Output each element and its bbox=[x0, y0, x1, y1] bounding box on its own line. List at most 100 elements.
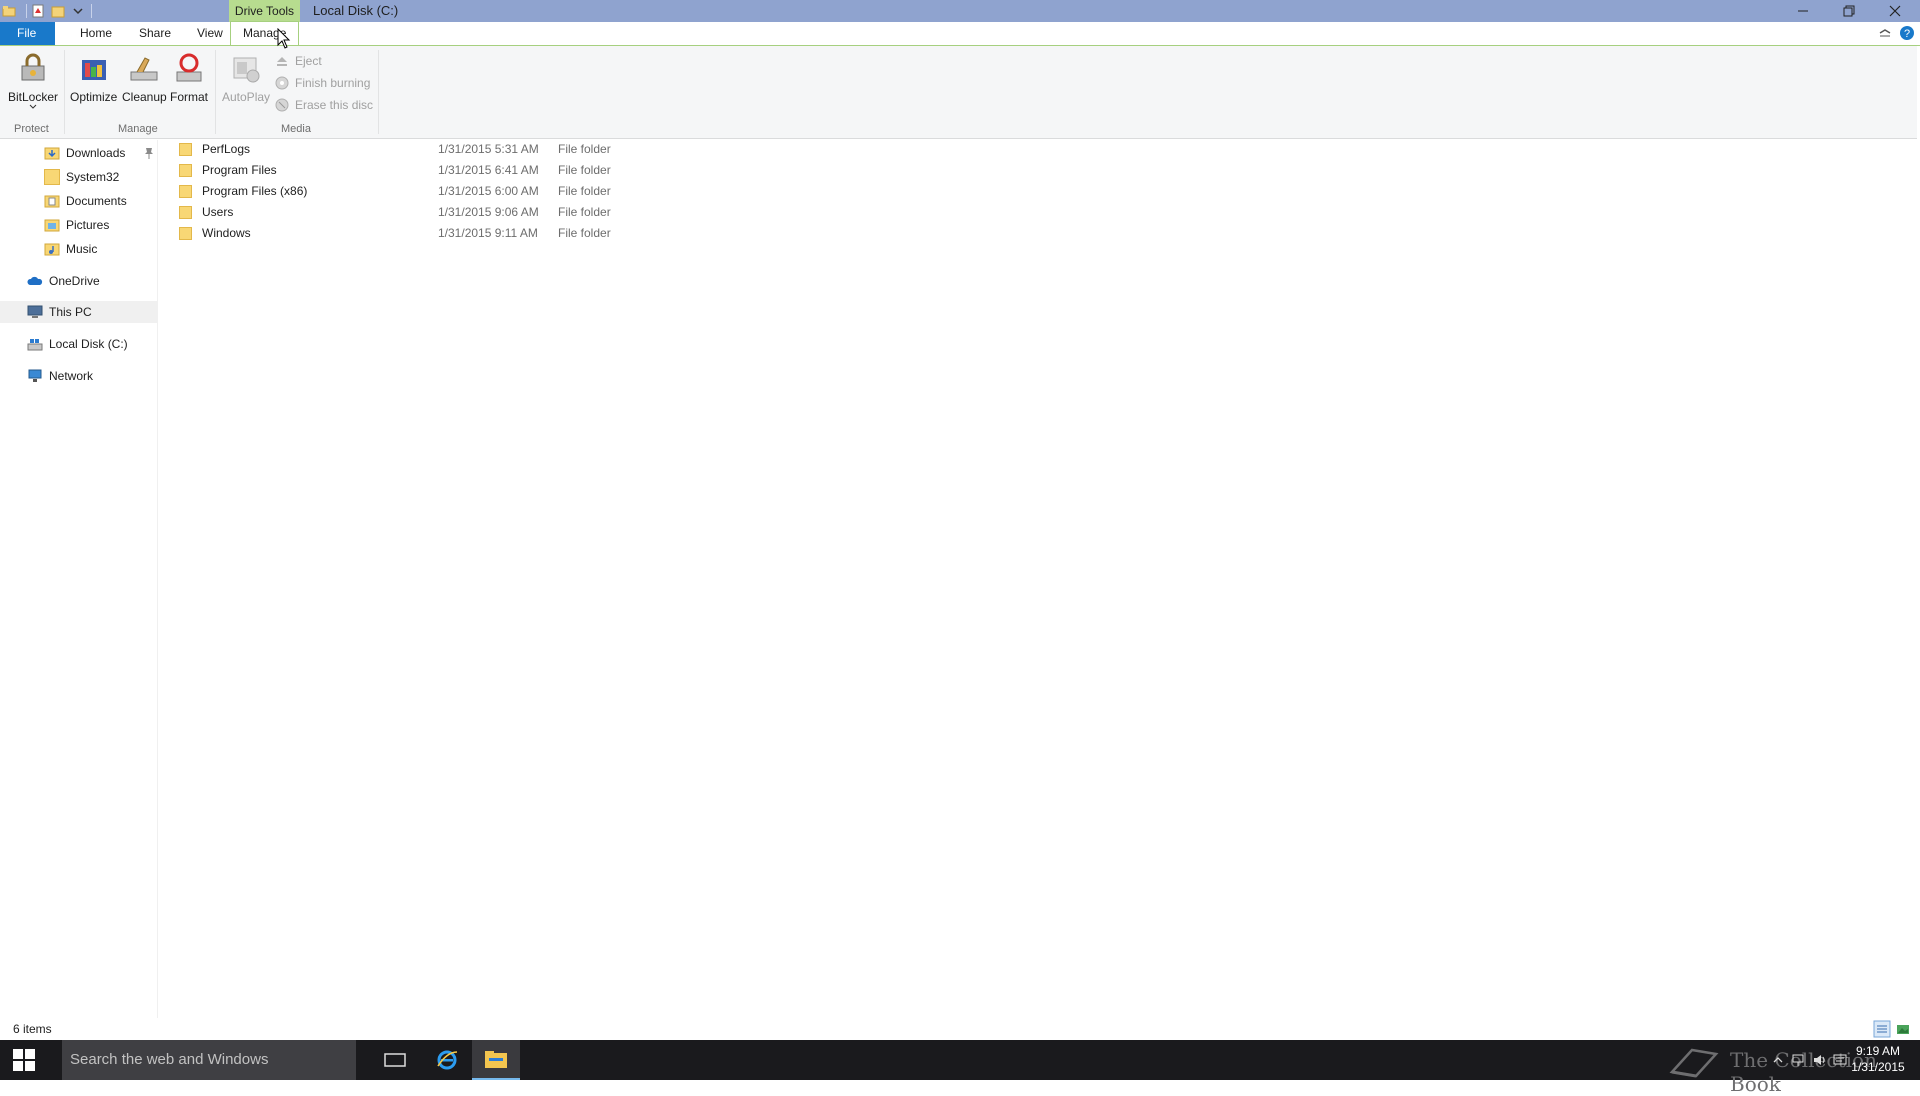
book-logo-icon bbox=[1669, 1048, 1719, 1078]
group-divider bbox=[378, 50, 379, 134]
finish-burning-button[interactable]: Finish burning bbox=[275, 76, 370, 90]
erase-disc-button[interactable]: Erase this disc bbox=[275, 98, 373, 112]
clock[interactable]: 9:19 AM 1/31/2015 bbox=[1845, 1043, 1911, 1075]
nav-item-pictures[interactable]: Pictures bbox=[44, 214, 109, 236]
nav-item-local-disk[interactable]: Local Disk (C:) bbox=[27, 333, 128, 355]
tab-view[interactable]: View bbox=[187, 22, 233, 45]
file-row[interactable]: Users 1/31/2015 9:06 AM File folder bbox=[177, 202, 777, 222]
details-view-icon[interactable] bbox=[1873, 1020, 1891, 1038]
tab-file[interactable]: File bbox=[0, 22, 56, 45]
tab-share[interactable]: Share bbox=[129, 22, 181, 45]
explorer-icon[interactable] bbox=[2, 4, 16, 18]
network-icon bbox=[28, 369, 42, 382]
windows-logo-icon bbox=[13, 1049, 35, 1071]
pin-icon[interactable] bbox=[142, 146, 156, 160]
task-view-button[interactable] bbox=[371, 1040, 419, 1080]
group-divider bbox=[64, 50, 65, 134]
file-name: Windows bbox=[202, 226, 251, 240]
format-button[interactable]: Format bbox=[170, 52, 208, 104]
music-folder-icon bbox=[44, 243, 60, 256]
quick-access-toolbar bbox=[2, 3, 92, 19]
ribbon-panel: BitLocker Protect Optimize Cleanup Forma… bbox=[0, 46, 1917, 139]
group-divider bbox=[215, 50, 216, 134]
mouse-cursor-icon bbox=[277, 28, 291, 49]
bitlocker-button[interactable]: BitLocker bbox=[8, 52, 58, 110]
network-tray-icon[interactable] bbox=[1790, 1052, 1806, 1068]
taskbar: Search the web and Windows The Collectio… bbox=[0, 1040, 1920, 1096]
large-icons-view-icon[interactable] bbox=[1894, 1020, 1912, 1038]
nav-item-this-pc[interactable]: This PC bbox=[0, 301, 157, 323]
optimize-button[interactable]: Optimize bbox=[70, 52, 117, 104]
nav-label: Documents bbox=[66, 194, 127, 208]
file-row[interactable]: PerfLogs 1/31/2015 5:31 AM File folder bbox=[177, 139, 777, 159]
tab-home[interactable]: Home bbox=[70, 22, 122, 45]
drive-tools-context-tab: Drive Tools bbox=[229, 0, 300, 22]
file-type: File folder bbox=[558, 226, 611, 240]
group-label-media: Media bbox=[281, 123, 311, 135]
show-hidden-icons-icon[interactable] bbox=[1770, 1052, 1786, 1068]
folder-icon bbox=[179, 226, 192, 240]
minimize-ribbon-icon[interactable] bbox=[1877, 25, 1893, 41]
file-date: 1/31/2015 9:11 AM bbox=[438, 226, 538, 240]
help-icon[interactable]: ? bbox=[1899, 25, 1915, 41]
qat-divider bbox=[91, 4, 92, 18]
nav-label: Local Disk (C:) bbox=[49, 337, 128, 351]
window-title: Local Disk (C:) bbox=[313, 3, 399, 18]
volume-icon[interactable] bbox=[1812, 1052, 1828, 1068]
file-type: File folder bbox=[558, 142, 611, 156]
nav-label: OneDrive bbox=[49, 274, 100, 288]
file-date: 1/31/2015 6:41 AM bbox=[438, 163, 539, 177]
restore-icon bbox=[1843, 5, 1855, 17]
nav-item-documents[interactable]: Documents bbox=[44, 190, 127, 212]
onedrive-icon bbox=[27, 276, 43, 285]
nav-item-downloads[interactable]: Downloads bbox=[44, 142, 125, 164]
finish-burning-label: Finish burning bbox=[295, 76, 371, 90]
close-button[interactable] bbox=[1872, 0, 1918, 22]
internet-explorer-icon bbox=[437, 1050, 458, 1070]
nav-label: This PC bbox=[49, 305, 92, 319]
documents-folder-icon bbox=[44, 195, 60, 208]
erase-disc-icon bbox=[275, 98, 289, 112]
computer-icon bbox=[27, 305, 43, 318]
minimize-button[interactable] bbox=[1780, 0, 1826, 22]
erase-disc-label: Erase this disc bbox=[295, 98, 374, 112]
drive-icon bbox=[27, 339, 43, 351]
file-row[interactable]: Program Files 1/31/2015 6:41 AM File fol… bbox=[177, 160, 777, 180]
folder-icon bbox=[179, 163, 192, 177]
file-name: Users bbox=[202, 205, 234, 219]
optimize-label: Optimize bbox=[70, 90, 118, 104]
file-date: 1/31/2015 6:00 AM bbox=[438, 184, 539, 198]
disc-icon bbox=[275, 76, 289, 90]
eject-button[interactable]: Eject bbox=[275, 54, 322, 68]
item-count: 6 items bbox=[13, 1022, 52, 1036]
new-folder-icon[interactable] bbox=[51, 4, 65, 18]
nav-label: Network bbox=[49, 369, 94, 383]
file-name: Program Files bbox=[202, 163, 277, 177]
taskbar-search-box[interactable]: Search the web and Windows bbox=[62, 1040, 356, 1080]
cleanup-button[interactable]: Cleanup bbox=[122, 52, 167, 104]
nav-item-music[interactable]: Music bbox=[44, 238, 97, 260]
start-button[interactable] bbox=[0, 1040, 48, 1080]
nav-item-network[interactable]: Network bbox=[27, 365, 93, 387]
nav-item-onedrive[interactable]: OneDrive bbox=[27, 270, 100, 292]
chevron-down-icon bbox=[29, 104, 37, 109]
folder-icon bbox=[179, 184, 192, 198]
chevron-down-icon[interactable] bbox=[71, 4, 85, 18]
autoplay-icon bbox=[233, 57, 260, 83]
minimize-icon bbox=[1798, 10, 1808, 12]
file-row[interactable]: Windows 1/31/2015 9:11 AM File folder bbox=[177, 223, 777, 243]
task-view-icon bbox=[384, 1053, 406, 1067]
format-icon bbox=[176, 53, 202, 82]
taskbar-internet-explorer[interactable] bbox=[423, 1040, 471, 1080]
restore-button[interactable] bbox=[1826, 0, 1872, 22]
file-date: 1/31/2015 5:31 AM bbox=[438, 142, 539, 156]
nav-item-system32[interactable]: System32 bbox=[44, 166, 119, 188]
qat-divider bbox=[26, 4, 27, 18]
group-label-protect: Protect bbox=[14, 123, 49, 135]
autoplay-button[interactable]: AutoPlay bbox=[222, 52, 270, 104]
folder-icon bbox=[44, 169, 60, 185]
nav-label: Pictures bbox=[66, 218, 110, 232]
properties-icon[interactable] bbox=[31, 4, 45, 18]
taskbar-file-explorer[interactable] bbox=[472, 1040, 520, 1080]
file-row[interactable]: Program Files (x86) 1/31/2015 6:00 AM Fi… bbox=[177, 181, 777, 201]
